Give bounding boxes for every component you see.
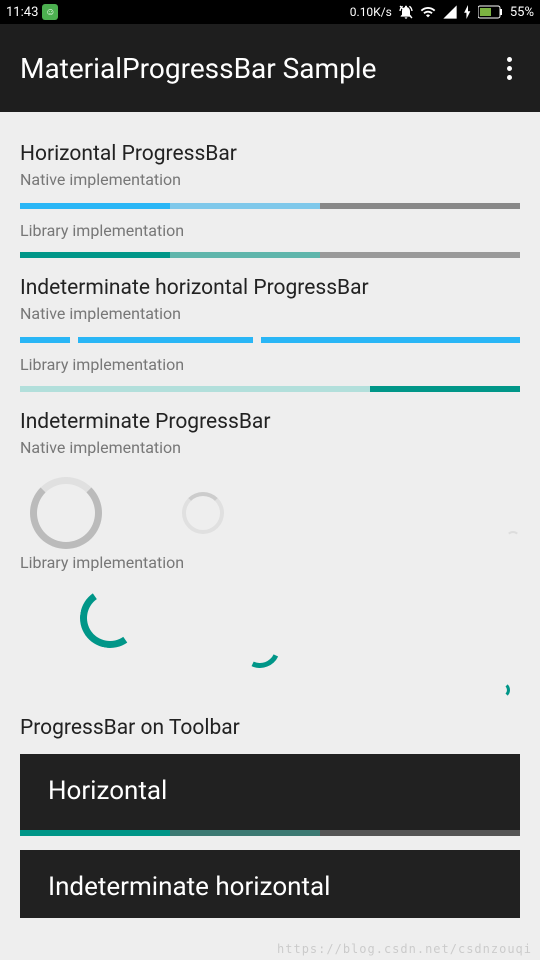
- section-title-indet-horizontal: Indeterminate horizontal ProgressBar: [20, 276, 520, 300]
- spinner-row-native: [20, 477, 520, 549]
- toolbar-card-horizontal: Horizontal: [20, 754, 520, 836]
- spinner-large: [30, 477, 102, 549]
- arc-spinner-large: [75, 583, 145, 653]
- battery-icon: [478, 5, 504, 19]
- battery-percent: 55%: [510, 5, 534, 20]
- spinner-row-library: [20, 588, 520, 698]
- section-title-toolbar: ProgressBar on Toolbar: [20, 716, 520, 740]
- app-title: MaterialProgressBar Sample: [20, 52, 376, 85]
- progress-horizontal-native: [20, 203, 520, 209]
- vibrate-icon: [398, 4, 414, 20]
- progress-indet-native: [20, 337, 520, 343]
- toolbar-progress: [20, 830, 520, 836]
- arc-spinner-small: [494, 682, 510, 698]
- label-native: Native implementation: [20, 170, 520, 189]
- signal-icon: [442, 4, 458, 20]
- arc-spinner-medium: [234, 622, 285, 673]
- label-library: Library implementation: [20, 553, 520, 572]
- main-content: Horizontal ProgressBar Native implementa…: [0, 112, 540, 918]
- toolbar-title: Indeterminate horizontal: [48, 872, 492, 902]
- charging-icon: [464, 5, 472, 19]
- spinner-small: [506, 531, 520, 545]
- progress-indet-library: [20, 386, 520, 392]
- overflow-menu-icon[interactable]: [499, 49, 520, 88]
- status-bar: 11:43 ☺ 0.10K/s 55%: [0, 0, 540, 24]
- wifi-icon: [420, 4, 436, 20]
- section-title-horizontal: Horizontal ProgressBar: [20, 142, 520, 166]
- section-title-indet: Indeterminate ProgressBar: [20, 410, 520, 434]
- network-speed: 0.10K/s: [350, 5, 392, 19]
- status-time: 11:43: [6, 5, 38, 20]
- toolbar-title: Horizontal: [48, 776, 492, 806]
- spinner-medium: [182, 492, 224, 534]
- label-native: Native implementation: [20, 438, 520, 457]
- label-native: Native implementation: [20, 304, 520, 323]
- app-bar: MaterialProgressBar Sample: [0, 24, 540, 112]
- progress-horizontal-library: [20, 252, 520, 258]
- toolbar-card-indet: Indeterminate horizontal: [20, 850, 520, 918]
- label-library: Library implementation: [20, 221, 520, 240]
- label-library: Library implementation: [20, 355, 520, 374]
- notification-icon: ☺: [42, 4, 58, 20]
- watermark: https://blog.csdn.net/csdnzouqi: [277, 942, 532, 956]
